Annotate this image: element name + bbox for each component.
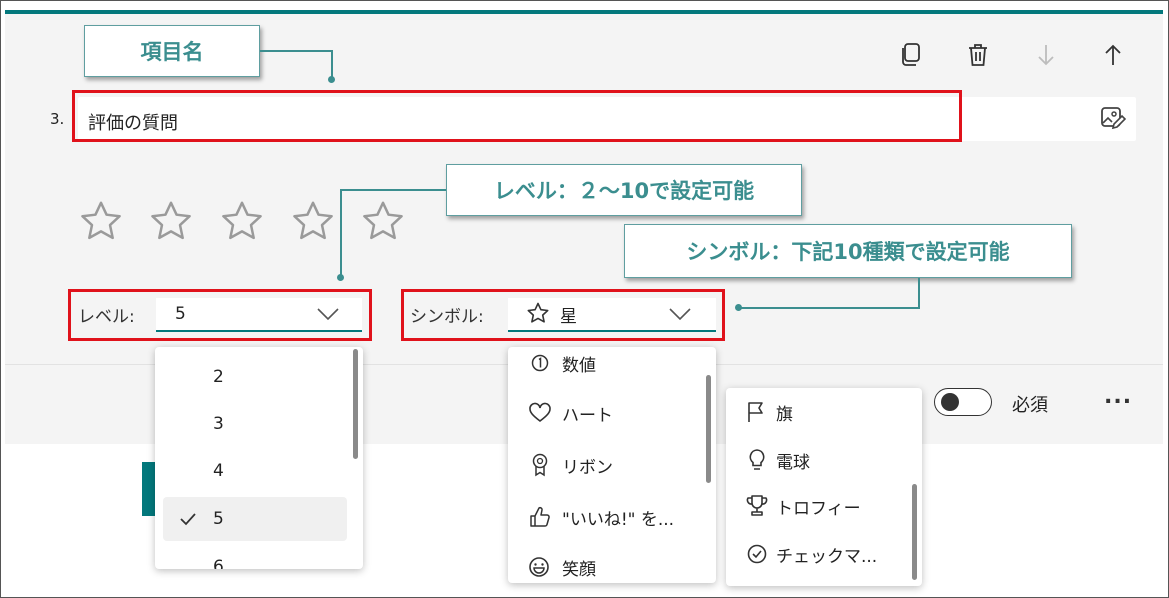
symbol-option-label: 電球: [776, 452, 810, 473]
symbol-menu-secondary-scrollbar[interactable]: [912, 484, 917, 580]
symbol-option-bulb[interactable]: 電球: [726, 438, 922, 482]
symbol-option-number[interactable]: 数値: [508, 347, 716, 385]
callout-symbol-line-v: [918, 278, 920, 308]
callout-level-line-h: [340, 189, 446, 191]
callout-line-h: [260, 50, 332, 52]
toggle-knob: [941, 393, 959, 411]
check-icon: [180, 513, 196, 526]
arrow-down-icon: [1031, 40, 1061, 70]
symbol-option-like[interactable]: "いいね!" を...: [508, 495, 716, 539]
symbol-option-label: 数値: [562, 355, 596, 376]
level-option-label: 2: [213, 367, 224, 387]
image-edit-icon[interactable]: [1098, 103, 1128, 133]
symbol-option-label: "いいね!" を...: [562, 509, 675, 530]
copy-icon[interactable]: [896, 40, 926, 70]
partial-button-edge: [142, 462, 156, 516]
callout-item-name: 項目名: [84, 25, 260, 77]
level-option-label: 4: [213, 461, 224, 481]
symbol-option-flag[interactable]: 旗: [726, 390, 922, 434]
symbol-option-label: 笑顔: [562, 559, 596, 580]
level-menu-scrollbar[interactable]: [353, 349, 358, 459]
callout-symbol-dot: [735, 304, 742, 311]
callout-symbol: シンボル：下記10種類で設定可能: [624, 224, 1072, 278]
symbol-menu: 数値 ハート リボン "いいね!" を... 笑顔: [508, 347, 716, 583]
rating-star-2[interactable]: [148, 198, 194, 244]
rating-star-3[interactable]: [219, 198, 265, 244]
level-option-label: 6: [213, 557, 224, 569]
symbol-option-label: 旗: [776, 404, 793, 425]
required-toggle[interactable]: [934, 388, 992, 416]
required-label: 必須: [1012, 395, 1048, 416]
level-option-label: 3: [213, 414, 224, 434]
symbol-menu-scrollbar[interactable]: [706, 375, 711, 483]
symbol-option-check[interactable]: チェックマ...: [726, 532, 922, 576]
callout-dot: [328, 76, 335, 83]
trash-icon[interactable]: [963, 40, 993, 70]
symbol-option-heart[interactable]: ハート: [508, 391, 716, 435]
symbol-option-label: ハート: [562, 405, 613, 426]
level-option-label: 5: [213, 509, 224, 529]
level-option-3[interactable]: 3: [155, 402, 363, 446]
flag-icon: [748, 402, 763, 422]
level-highlight: [68, 289, 372, 341]
rating-star-1[interactable]: [78, 198, 124, 244]
level-option-4[interactable]: 4: [155, 449, 363, 493]
question-number: 3.: [50, 110, 65, 128]
arrow-up-icon[interactable]: [1098, 40, 1128, 70]
lightbulb-icon: [749, 449, 765, 470]
symbol-option-trophy[interactable]: トロフィー: [726, 484, 922, 528]
ribbon-icon: [532, 453, 548, 477]
level-option-5[interactable]: 5: [163, 497, 347, 541]
title-highlight: [72, 90, 962, 142]
symbol-option-label: リボン: [562, 457, 613, 478]
callout-level-dot: [337, 274, 344, 281]
symbol-option-label: チェックマ...: [776, 546, 878, 567]
callout-symbol-line-h: [740, 307, 920, 309]
callout-level-line-v: [340, 189, 342, 277]
level-option-2[interactable]: 2: [155, 355, 363, 399]
symbol-option-label: トロフィー: [776, 498, 861, 519]
symbol-option-ribbon[interactable]: リボン: [508, 443, 716, 487]
symbol-option-smile[interactable]: 笑顔: [508, 545, 716, 583]
level-option-6[interactable]: 6: [155, 545, 363, 569]
callout-level: レベル：２～10で設定可能: [446, 164, 802, 216]
callout-line-v: [331, 50, 333, 78]
level-menu: 2 3 4 5 6: [155, 347, 363, 569]
heart-icon: [529, 402, 551, 423]
trophy-icon: [746, 495, 768, 516]
number-icon: [531, 354, 549, 372]
symbol-highlight: [401, 289, 725, 341]
rating-star-4[interactable]: [290, 198, 336, 244]
more-options-icon[interactable]: ...: [1104, 384, 1132, 409]
smile-icon: [529, 557, 549, 577]
thumbs-up-icon: [530, 506, 550, 527]
checkmark-icon: [747, 544, 767, 564]
symbol-menu-secondary: 旗 電球 トロフィー チェックマ...: [726, 388, 922, 586]
rating-star-5[interactable]: [360, 198, 406, 244]
